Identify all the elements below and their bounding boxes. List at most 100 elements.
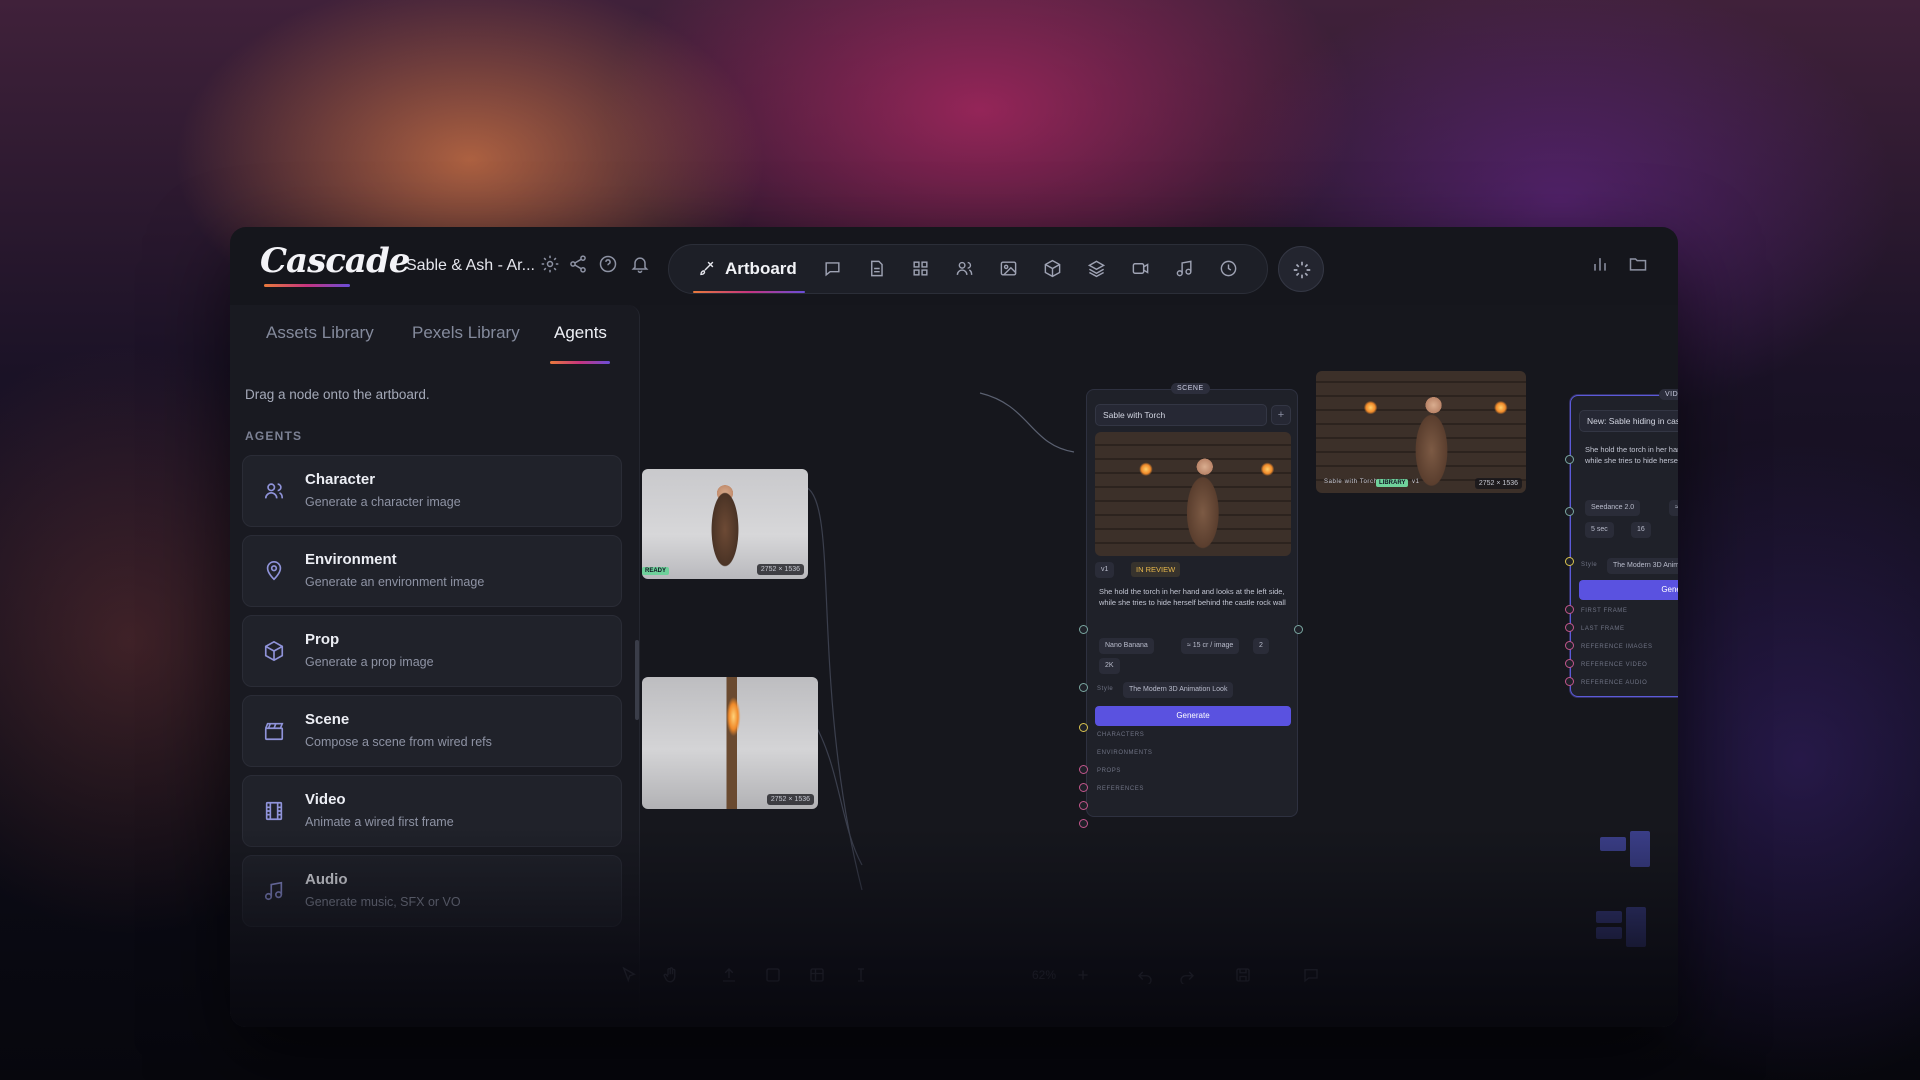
app-logo[interactable]: Cascade <box>260 241 410 281</box>
last-frame-port[interactable] <box>1565 623 1574 632</box>
tab-active-indicator <box>550 361 610 364</box>
panel-scrollbar[interactable] <box>635 640 639 720</box>
folder-icon[interactable] <box>1628 254 1648 274</box>
project-title[interactable]: Sable & Ash - Ar... <box>406 257 535 275</box>
layers-icon[interactable] <box>1087 259 1106 278</box>
reference-audio-port[interactable] <box>1565 677 1574 686</box>
settings-icon[interactable] <box>540 254 560 274</box>
model-select[interactable]: Nano Banana <box>1099 638 1154 654</box>
cube-icon[interactable] <box>1043 259 1062 278</box>
clock-icon[interactable] <box>1219 259 1238 278</box>
minimap-node <box>1600 837 1626 851</box>
video-port[interactable] <box>1565 507 1574 516</box>
hand-icon[interactable] <box>662 966 680 984</box>
agent-card-environment[interactable]: Environment Generate an environment imag… <box>242 535 622 607</box>
environments-port[interactable] <box>1079 783 1088 792</box>
tab-assets-library[interactable]: Assets Library <box>266 323 374 343</box>
agent-subtitle: Generate an environment image <box>305 575 485 589</box>
video-select[interactable]: New: Sable hiding in castle <box>1579 410 1678 432</box>
style-port[interactable] <box>1079 723 1088 732</box>
share-icon[interactable] <box>568 254 588 274</box>
image-icon[interactable] <box>999 259 1018 278</box>
scene-node[interactable]: SCENE Sable with Torch + v1 IN REVIEW Sh… <box>1086 383 1298 817</box>
music-icon[interactable] <box>1175 259 1194 278</box>
generate-button[interactable]: Generate <box>1095 706 1291 726</box>
version-select[interactable]: v1 <box>1095 562 1115 578</box>
video-icon[interactable] <box>1131 259 1150 278</box>
scene-output-port[interactable] <box>1294 625 1303 634</box>
reference-images-port[interactable] <box>1565 641 1574 650</box>
port-props: PROPS <box>1097 768 1122 774</box>
brush-icon <box>697 259 716 278</box>
generate-button[interactable]: Generate <box>1579 580 1678 600</box>
scene-prompt[interactable]: She hold the torch in her hand and looks… <box>1099 586 1289 608</box>
tab-pexels-library[interactable]: Pexels Library <box>412 323 520 343</box>
artboard-canvas[interactable]: READY 2752 × 1536 2752 × 1536 SCENE Sabl… <box>640 305 1678 1027</box>
style-port[interactable] <box>1565 557 1574 566</box>
style-select[interactable]: The Modern 3D Animation Look <box>1123 682 1234 698</box>
zoom-in-icon[interactable] <box>1074 966 1092 984</box>
map-pin-icon <box>263 560 285 582</box>
crop-icon[interactable] <box>808 966 826 984</box>
characters-port[interactable] <box>1079 765 1088 774</box>
port-reference-video: REFERENCE VIDEO <box>1581 662 1648 668</box>
tab-agents[interactable]: Agents <box>554 323 607 343</box>
style-select[interactable]: The Modern 3D Animation Look <box>1607 558 1678 574</box>
prop-image[interactable]: 2752 × 1536 <box>642 677 818 809</box>
add-button[interactable]: + <box>1271 405 1291 425</box>
scene-input-port[interactable] <box>1079 625 1088 634</box>
undo-icon[interactable] <box>1136 966 1154 986</box>
style-label: Style <box>1097 686 1114 692</box>
document-icon[interactable] <box>867 259 886 278</box>
agent-subtitle: Generate a prop image <box>305 655 434 669</box>
model-select[interactable]: Seedance 2.0 <box>1585 500 1641 516</box>
duration-select[interactable]: 5 sec <box>1585 522 1614 538</box>
cube-icon <box>263 640 285 662</box>
count-select[interactable]: 2 <box>1253 638 1269 654</box>
pointer-icon[interactable] <box>620 966 638 984</box>
agent-card-video[interactable]: Video Animate a wired first frame <box>242 775 622 847</box>
agent-card-prop[interactable]: Prop Generate a prop image <box>242 615 622 687</box>
port-last-frame: LAST FRAME <box>1581 626 1625 632</box>
comment-icon[interactable] <box>1302 966 1320 984</box>
aspect-select[interactable]: 16 <box>1631 522 1651 538</box>
cost-label: ≈ 15 cr / image <box>1181 638 1240 654</box>
agent-card-audio[interactable]: Audio Generate music, SFX or VO <box>242 855 622 927</box>
upload-icon[interactable] <box>720 966 738 984</box>
help-icon[interactable] <box>598 254 618 274</box>
agents-panel: Assets Library Pexels Library Agents Dra… <box>230 305 640 1027</box>
references-port[interactable] <box>1079 819 1088 828</box>
grid-icon[interactable] <box>911 259 930 278</box>
users-icon[interactable] <box>955 259 974 278</box>
zoom-level[interactable]: 62% <box>1032 968 1056 982</box>
character-image[interactable]: READY 2752 × 1536 <box>642 469 808 579</box>
reference-video-port[interactable] <box>1565 659 1574 668</box>
minimap[interactable] <box>1592 827 1678 1027</box>
artboard-active-indicator <box>693 291 805 293</box>
agent-card-character[interactable]: Character Generate a character image <box>242 455 622 527</box>
bell-icon[interactable] <box>630 254 650 274</box>
video-prompt[interactable]: She hold the torch in her hand and looks… <box>1585 444 1678 466</box>
resolution-select[interactable]: 2K <box>1099 658 1120 674</box>
comment-icon[interactable] <box>823 259 842 278</box>
text-icon[interactable] <box>852 966 870 984</box>
review-badge: IN REVIEW <box>1131 562 1181 577</box>
scene-output-image[interactable]: Sable with Torch LIBRARY v1 2752 × 1536 <box>1316 371 1526 493</box>
clapper-icon <box>263 720 285 742</box>
redo-icon[interactable] <box>1178 966 1196 986</box>
artboard-button[interactable]: Artboard <box>681 245 821 293</box>
props-port[interactable] <box>1079 801 1088 810</box>
scene-preview[interactable] <box>1095 432 1291 556</box>
scene-select[interactable]: Sable with Torch <box>1095 404 1267 426</box>
image-size: 2752 × 1536 <box>1474 478 1522 489</box>
agent-card-scene[interactable]: Scene Compose a scene from wired refs <box>242 695 622 767</box>
scene-port[interactable] <box>1079 683 1088 692</box>
save-icon[interactable] <box>1234 966 1252 984</box>
chart-icon[interactable] <box>1590 254 1610 274</box>
video-input-port[interactable] <box>1565 455 1574 464</box>
first-frame-port[interactable] <box>1565 605 1574 614</box>
video-node[interactable]: VIDEO New: Sable hiding in castle + She … <box>1570 389 1678 697</box>
frame-icon[interactable] <box>764 966 782 984</box>
users-icon <box>263 480 285 502</box>
ai-assistant-button[interactable] <box>1278 246 1324 292</box>
